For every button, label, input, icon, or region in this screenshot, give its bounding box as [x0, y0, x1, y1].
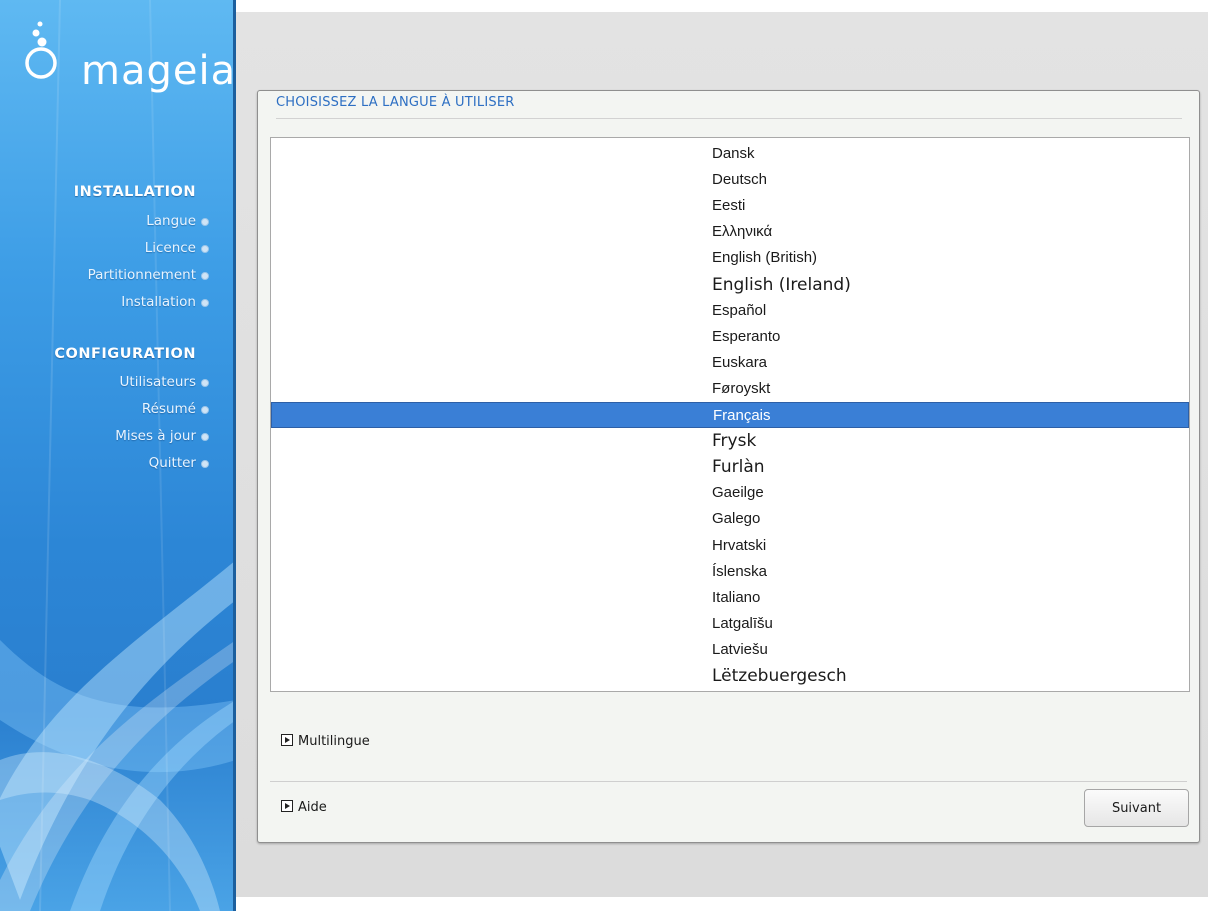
language-option[interactable]: English (Ireland): [271, 272, 1189, 298]
language-option[interactable]: Føroyskt: [271, 376, 1189, 402]
language-option-label: Dansk: [712, 145, 755, 162]
multilingual-expander[interactable]: Multilingue: [281, 733, 370, 751]
step-dot-icon: [201, 406, 209, 414]
language-option[interactable]: Eesti: [271, 193, 1189, 219]
language-option[interactable]: Frysk: [271, 428, 1189, 454]
language-option[interactable]: Español: [271, 298, 1189, 324]
divider: [270, 781, 1187, 782]
sidebar-item-label: Mises à jour: [115, 428, 196, 444]
help-expander[interactable]: Aide: [281, 799, 327, 817]
language-option[interactable]: Ελληνικά: [271, 219, 1189, 245]
language-option-label: Íslenska: [712, 562, 768, 580]
sidebar-item-partitionnement[interactable]: Partitionnement: [87, 265, 209, 285]
step-dot-icon: [201, 379, 209, 387]
language-option-label: Hrvatski: [712, 536, 767, 554]
language-panel: CHOISISSEZ LA LANGUE À UTILISER Dansk Deu…: [257, 90, 1200, 843]
step-dot-icon: [201, 433, 209, 441]
language-option[interactable]: Deutsch: [271, 167, 1189, 193]
sidebar-item-quitter[interactable]: Quitter: [148, 453, 209, 473]
language-list[interactable]: Dansk Deutsch Eesti Ελληνικά English (Britis…: [270, 137, 1190, 692]
mageia-logo: mageia: [22, 14, 235, 94]
main-area: CHOISISSEZ LA LANGUE À UTILISER Dansk Deu…: [236, 0, 1208, 911]
language-option-label: Gaeilge: [712, 484, 764, 502]
page-title: CHOISISSEZ LA LANGUE À UTILISER: [276, 95, 515, 110]
step-dot-icon: [201, 272, 209, 280]
multilingual-label: Multilingue: [298, 734, 370, 749]
sidebar-item-label: Quitter: [148, 455, 196, 471]
sidebar-item-label: Résumé: [141, 401, 196, 417]
step-dot-icon: [201, 460, 209, 468]
language-option[interactable]: Furlàn: [271, 454, 1189, 480]
logo-wordmark: mageia: [81, 48, 236, 94]
language-option-label: Føroyskt: [712, 379, 771, 397]
cauldron-icon: [25, 21, 57, 79]
sidebar-item-label: Langue: [146, 213, 196, 229]
sidebar-item-licence[interactable]: Licence: [144, 238, 209, 258]
sidebar-item-resume[interactable]: Résumé: [141, 399, 209, 419]
next-button[interactable]: Suivant: [1084, 789, 1189, 827]
language-option-label: English (Ireland): [712, 274, 851, 295]
step-dot-icon: [201, 245, 209, 253]
sidebar-item-utilisateurs[interactable]: Utilisateurs: [119, 372, 209, 392]
language-option-label: Galego: [712, 510, 761, 528]
sidebar-background-art: [0, 0, 236, 911]
language-option[interactable]: Dansk: [271, 141, 1189, 167]
language-option-label: Français: [713, 407, 771, 424]
language-option-label: Euskara: [712, 353, 768, 371]
sidebar-item-label: Installation: [121, 294, 196, 310]
sidebar-item-label: Licence: [144, 240, 196, 256]
language-option-label: Español: [712, 301, 767, 319]
expand-arrow-icon: [281, 800, 293, 812]
language-option-label: Ελληνικά: [712, 223, 773, 241]
language-option-label: Latgalīšu: [712, 614, 773, 632]
section-title-configuration: CONFIGURATION: [54, 346, 196, 362]
expand-arrow-icon: [281, 734, 293, 746]
language-option[interactable]: Euskara: [271, 350, 1189, 376]
step-dot-icon: [201, 299, 209, 307]
sidebar-item-mises-a-jour[interactable]: Mises à jour: [115, 426, 209, 446]
language-option-label: Frysk: [712, 431, 757, 452]
sidebar-item-langue[interactable]: Langue: [146, 211, 209, 231]
language-option[interactable]: Italiano: [271, 585, 1189, 611]
language-option[interactable]: Íslenska: [271, 559, 1189, 585]
language-option[interactable]: English (British): [271, 245, 1189, 271]
language-option[interactable]: Latviešu: [271, 637, 1189, 663]
language-option-label: Lëtzebuergesch: [712, 666, 847, 686]
language-option-label: English (British): [712, 249, 818, 267]
language-option[interactable]: Galego: [271, 506, 1189, 532]
language-option[interactable]: Esperanto: [271, 324, 1189, 350]
language-option-label: Deutsch: [712, 171, 768, 189]
section-title-installation: INSTALLATION: [73, 184, 196, 200]
language-option[interactable]: Français: [271, 402, 1189, 428]
language-option[interactable]: Gaeilge: [271, 480, 1189, 506]
divider: [276, 118, 1182, 119]
language-option-label: Eesti: [712, 197, 746, 215]
sidebar-item-label: Utilisateurs: [119, 374, 196, 390]
language-option[interactable]: Hrvatski: [271, 533, 1189, 559]
language-option[interactable]: Latgalīšu: [271, 611, 1189, 637]
language-option-label: Furlàn: [712, 457, 765, 478]
sidebar-item-label: Partitionnement: [87, 267, 196, 283]
step-dot-icon: [201, 218, 209, 226]
language-option[interactable]: Lëtzebuergesch: [271, 663, 1189, 689]
help-label: Aide: [298, 800, 327, 815]
language-option-label: Italiano: [712, 588, 761, 606]
sidebar: mageia INSTALLATION Langue Licence Parti…: [0, 0, 236, 911]
language-option-label: Latviešu: [712, 640, 768, 658]
language-option-label: Esperanto: [712, 327, 781, 345]
sidebar-item-installation[interactable]: Installation: [121, 292, 209, 312]
